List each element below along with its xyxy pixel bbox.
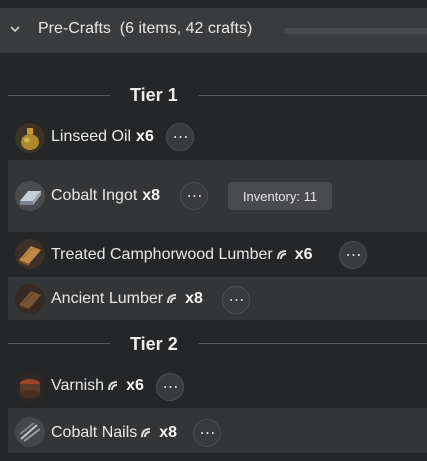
more-options-button[interactable]: ⋯ <box>222 286 250 314</box>
refined-swirl-icon <box>276 250 286 260</box>
tier-divider-right <box>198 343 427 344</box>
section-summary: (6 items, 42 crafts) <box>119 20 253 37</box>
item-label: Ancient Lumber x8 <box>51 290 203 308</box>
item-name: Ancient Lumber <box>51 290 164 307</box>
item-label: Cobalt Ingot x8 <box>51 187 160 205</box>
item-label: Varnish x6 <box>51 377 144 395</box>
item-name: Varnish <box>51 377 105 394</box>
item-quantity: x6 <box>136 128 154 145</box>
header-progress-track <box>284 28 427 34</box>
lumber-icon <box>15 239 45 269</box>
lumber-icon <box>15 284 45 314</box>
ellipsis-icon: ⋯ <box>345 247 362 264</box>
item-quantity: x8 <box>159 424 178 441</box>
item-name: Treated Camphorwood Lumber <box>51 246 273 263</box>
item-name: Cobalt Ingot <box>51 187 138 204</box>
item-quantity: x6 <box>294 246 313 263</box>
refined-swirl-icon <box>108 381 118 391</box>
tier-2-label: Tier 2 <box>130 334 178 354</box>
section-title: Pre-Crafts (6 items, 42 crafts) <box>38 20 252 38</box>
nails-icon <box>15 417 45 447</box>
tier-1-label: Tier 1 <box>130 85 178 105</box>
item-quantity: x8 <box>185 290 203 307</box>
ellipsis-icon: ⋯ <box>228 292 245 309</box>
more-options-button[interactable]: ⋯ <box>156 373 184 401</box>
oil-flask-icon <box>15 123 45 153</box>
more-options-button[interactable]: ⋯ <box>166 123 194 151</box>
more-options-button[interactable]: ⋯ <box>180 182 208 210</box>
ingot-icon <box>15 181 45 211</box>
chevron-down-icon[interactable] <box>8 22 22 36</box>
more-options-button[interactable]: ⋯ <box>339 241 367 269</box>
more-options-button[interactable]: ⋯ <box>193 419 221 447</box>
item-label: Treated Camphorwood Lumber x6 <box>51 246 313 264</box>
tier-divider-right <box>198 95 427 96</box>
ellipsis-icon: ⋯ <box>186 188 203 205</box>
item-quantity: x8 <box>142 187 161 204</box>
ellipsis-icon: ⋯ <box>199 425 216 442</box>
item-quantity: x6 <box>126 377 144 394</box>
inventory-badge: Inventory: 11 <box>228 182 332 210</box>
tier-divider-left <box>8 343 110 344</box>
tier-divider-left <box>8 95 110 96</box>
item-name: Linseed Oil <box>51 128 132 145</box>
ellipsis-icon: ⋯ <box>162 379 179 396</box>
varnish-jar-icon <box>15 372 45 402</box>
item-name: Cobalt Nails <box>51 424 138 441</box>
item-label: Cobalt Nails x8 <box>51 424 177 442</box>
section-name: Pre-Crafts <box>38 20 111 37</box>
refined-swirl-icon <box>167 294 177 304</box>
refined-swirl-icon <box>141 428 151 438</box>
item-label: Linseed Oil x6 <box>51 128 154 146</box>
ellipsis-icon: ⋯ <box>172 129 189 146</box>
